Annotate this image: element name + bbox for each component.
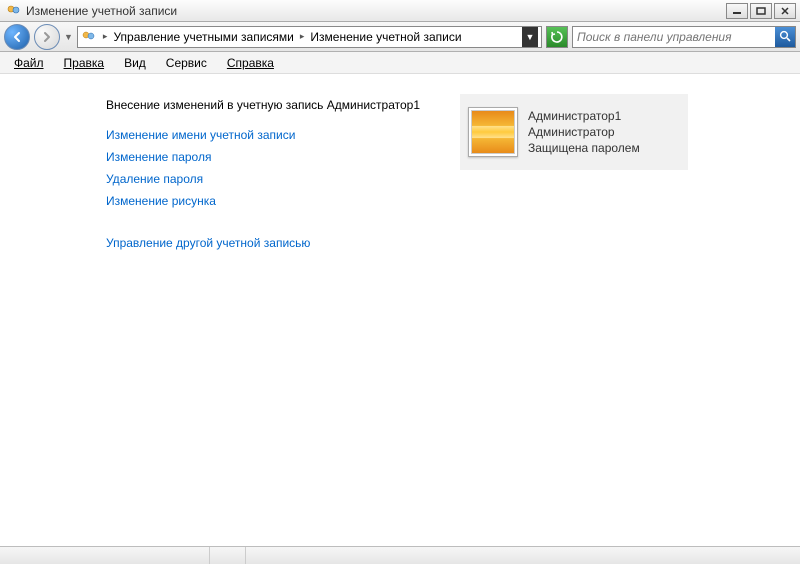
titlebar: Изменение учетной записи <box>0 0 800 22</box>
status-cell <box>0 547 210 564</box>
chevron-right-icon[interactable]: ▸ <box>300 31 305 42</box>
close-button[interactable] <box>774 3 796 19</box>
account-name: Администратор1 <box>528 108 640 124</box>
spacer <box>106 216 800 228</box>
link-change-password[interactable]: Изменение пароля <box>106 150 800 164</box>
users-icon <box>81 29 97 45</box>
breadcrumb-level2[interactable]: Изменение учетной записи <box>310 30 461 44</box>
search-box <box>572 26 796 48</box>
breadcrumb-level1[interactable]: Управление учетными записями <box>113 30 293 44</box>
navbar: ▼ ▸ Управление учетными записями ▸ Измен… <box>0 22 800 52</box>
statusbar <box>0 546 800 564</box>
status-cell <box>246 547 800 564</box>
search-input[interactable] <box>573 30 775 44</box>
window-controls <box>726 3 796 19</box>
address-bar[interactable]: ▸ Управление учетными записями ▸ Изменен… <box>77 26 542 48</box>
avatar-image <box>471 110 515 154</box>
chevron-right-icon[interactable]: ▸ <box>103 31 108 42</box>
page-heading: Внесение изменений в учетную запись Адми… <box>106 98 800 112</box>
search-button[interactable] <box>775 27 795 47</box>
minimize-button[interactable] <box>726 3 748 19</box>
link-manage-other[interactable]: Управление другой учетной записью <box>106 236 800 250</box>
link-remove-password[interactable]: Удаление пароля <box>106 172 800 186</box>
menu-file[interactable]: Файл <box>4 54 54 72</box>
address-dropdown-icon[interactable]: ▼ <box>522 27 538 47</box>
account-card: Администратор1 Администратор Защищена па… <box>460 94 688 170</box>
menu-view[interactable]: Вид <box>114 54 156 72</box>
action-link-list: Изменение имени учетной записи Изменение… <box>106 128 800 250</box>
account-role: Администратор <box>528 124 640 140</box>
account-avatar <box>468 107 518 157</box>
nav-forward-button[interactable] <box>34 24 60 50</box>
menu-edit[interactable]: Правка <box>54 54 115 72</box>
menubar: Файл Правка Вид Сервис Справка <box>0 52 800 74</box>
link-change-name[interactable]: Изменение имени учетной записи <box>106 128 800 142</box>
nav-back-button[interactable] <box>4 24 30 50</box>
content-area: Внесение изменений в учетную запись Адми… <box>0 74 800 544</box>
link-change-picture[interactable]: Изменение рисунка <box>106 194 800 208</box>
maximize-button[interactable] <box>750 3 772 19</box>
recent-drop-icon[interactable]: ▼ <box>64 32 73 42</box>
menu-tools[interactable]: Сервис <box>156 54 217 72</box>
app-icon <box>6 3 22 19</box>
refresh-button[interactable] <box>546 26 568 48</box>
account-info: Администратор1 Администратор Защищена па… <box>528 108 640 157</box>
account-status: Защищена паролем <box>528 140 640 156</box>
menu-help[interactable]: Справка <box>217 54 284 72</box>
window-title: Изменение учетной записи <box>26 4 726 18</box>
status-cell <box>210 547 246 564</box>
